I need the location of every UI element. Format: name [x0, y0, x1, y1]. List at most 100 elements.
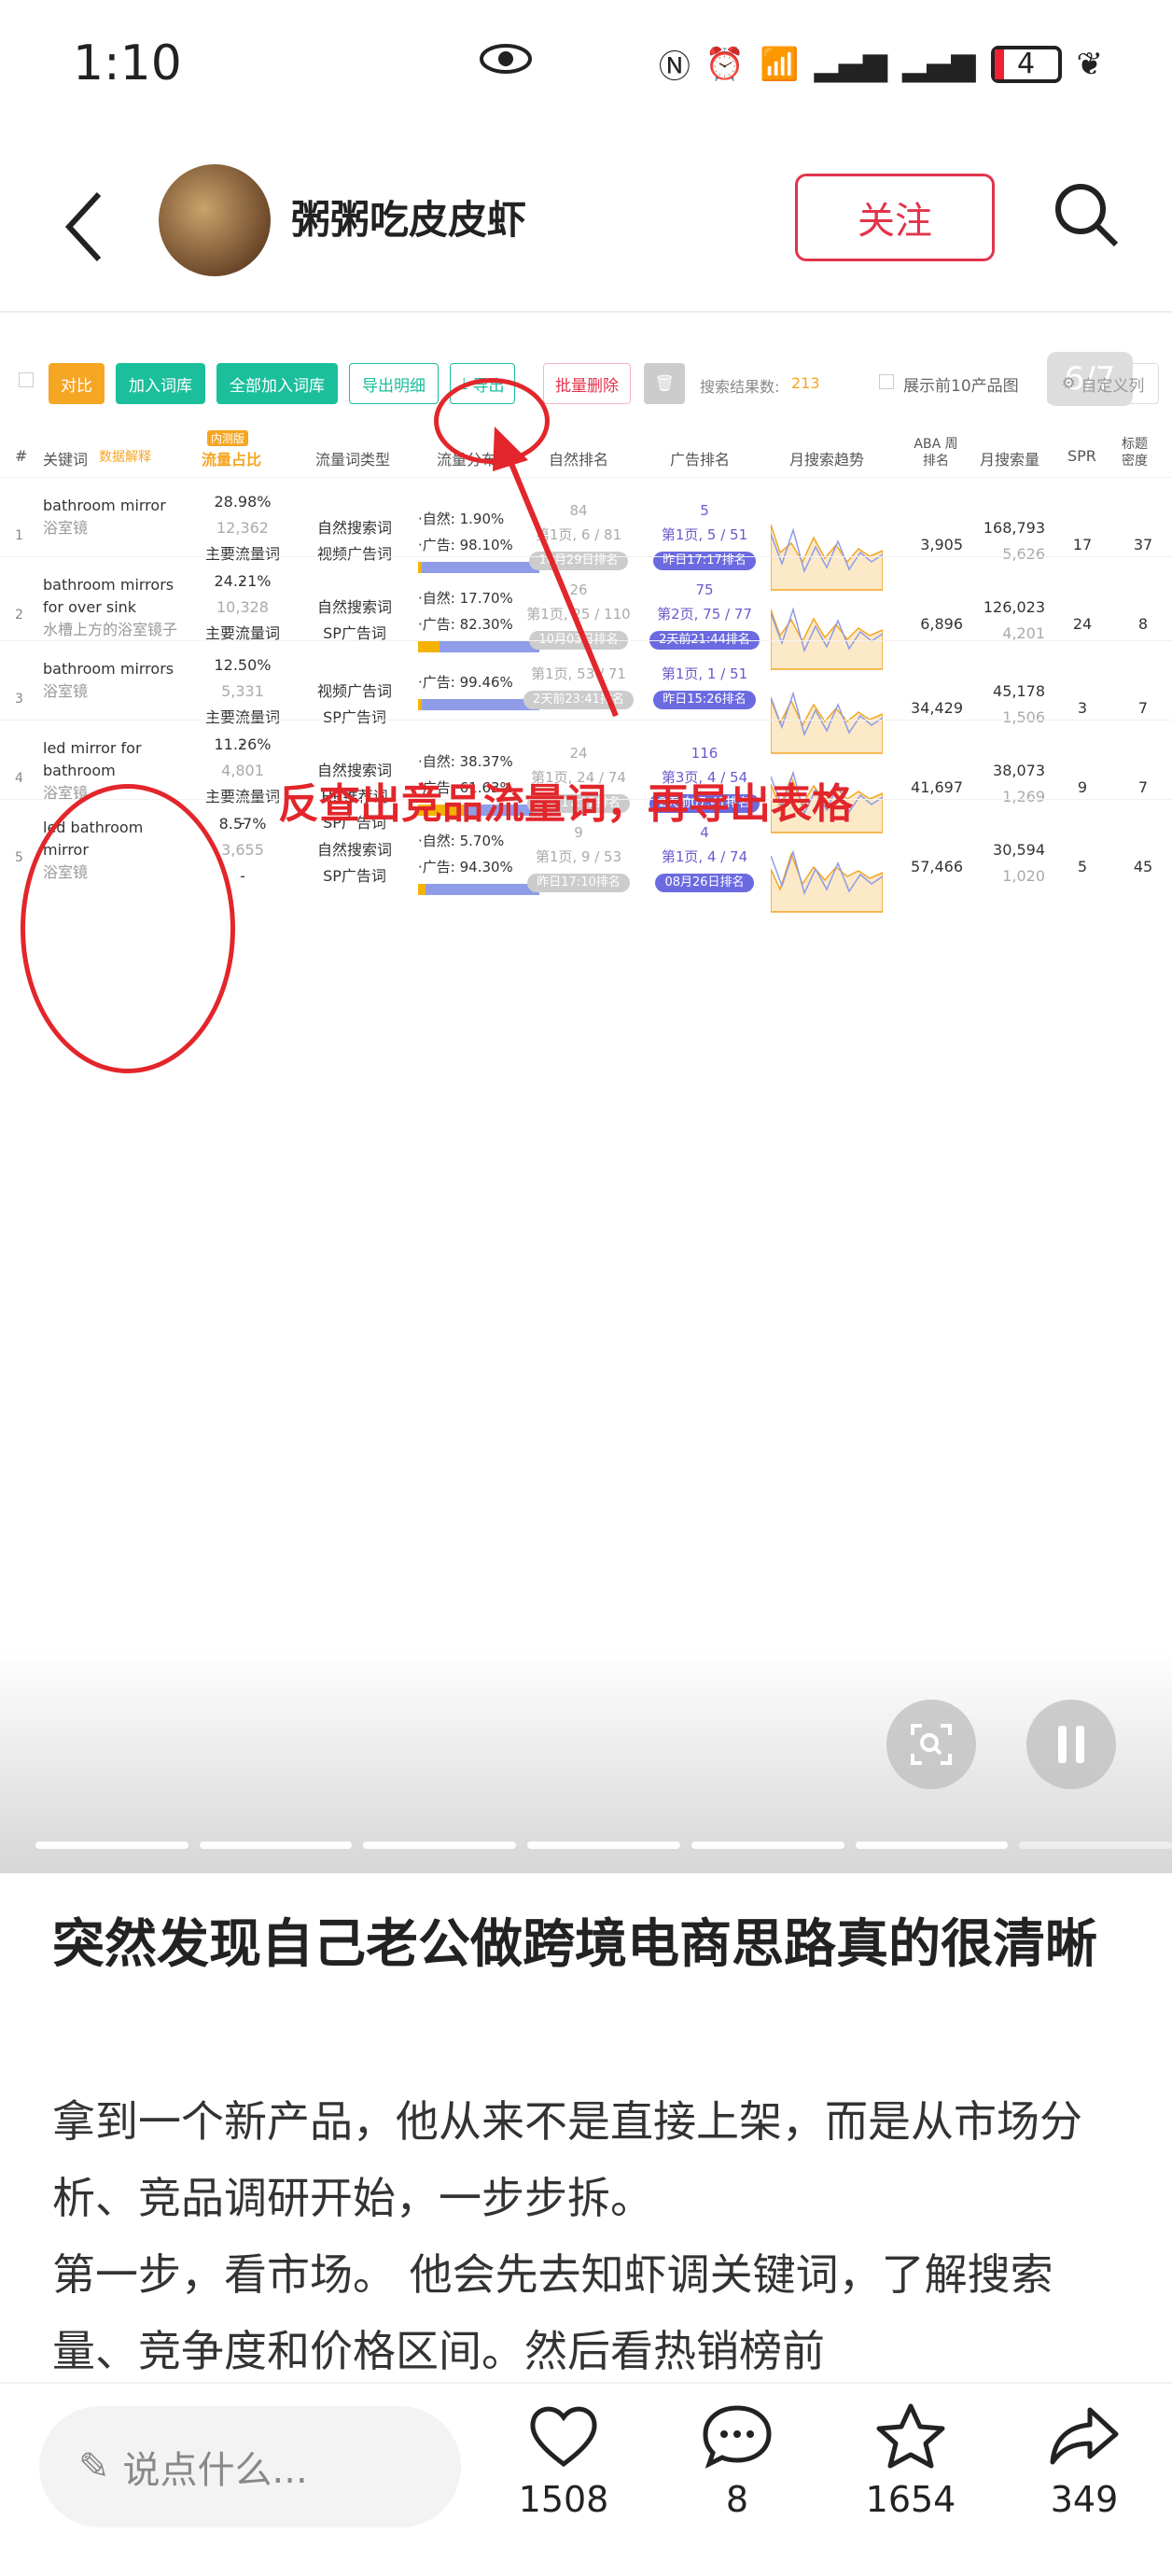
- col-ad[interactable]: 广告排名: [670, 447, 730, 469]
- natural-rank-time: 昨日17:10排名: [527, 874, 630, 892]
- spr-value: 3: [1077, 699, 1088, 717]
- share-volume: 10,328: [216, 598, 269, 616]
- batch-delete-button[interactable]: 批量删除: [543, 363, 631, 404]
- natural-label: ·自然:: [418, 753, 455, 770]
- nfc-icon: Ⓝ: [658, 49, 691, 86]
- row-index: 2: [15, 608, 23, 623]
- pause-icon: [1058, 1726, 1084, 1763]
- share-volume: 5,331: [221, 682, 264, 700]
- ad-share: 94.30%: [459, 859, 513, 875]
- monthly-volume: 38,073: [993, 762, 1045, 779]
- ad-label: ·广告:: [418, 859, 455, 875]
- keyword-translation: 水槽上方的浴室镜子: [43, 621, 178, 638]
- keyword-translation: 浴室镜: [43, 682, 89, 700]
- density-value: 7: [1137, 778, 1149, 796]
- keyword-text[interactable]: bathroom mirrors for over sink: [43, 574, 192, 619]
- col-density[interactable]: 标题 密度: [1122, 436, 1159, 469]
- alarm-icon: ⏰: [705, 45, 746, 83]
- traffic-type-cell: 自然搜索词 SP广告词: [308, 595, 401, 647]
- col-idx: #: [15, 447, 28, 465]
- monthly-cell: 126,023 4,201: [970, 595, 1045, 647]
- keyword-text[interactable]: bathroom mirrors: [43, 658, 192, 680]
- battery-level: 4: [1016, 48, 1036, 80]
- image-scan-button[interactable]: [886, 1700, 976, 1789]
- ad-label: ·广告:: [418, 616, 455, 633]
- show-top-checkbox[interactable]: [879, 374, 894, 389]
- keyword-text[interactable]: led mirror for bathroom: [43, 737, 192, 782]
- ad-page: 第1页, 1 / 51: [661, 665, 748, 682]
- favorite-count: 1654: [865, 2479, 956, 2520]
- natural-label: ·自然:: [418, 590, 455, 607]
- body-paragraph: 拿到一个新产品，他从来不是直接上架，而是从市场分析、竞品调研开始，一步步拆。: [52, 2096, 1082, 2223]
- monthly-cell: 30,594 1,020: [970, 837, 1045, 889]
- ad-rank-cell: 4 第1页, 4 / 74 08月26日排名: [644, 820, 765, 893]
- like-count: 1508: [518, 2479, 609, 2520]
- add-all-button[interactable]: 全部加入词库: [216, 363, 338, 404]
- export-detail-button[interactable]: 导出明细: [349, 363, 439, 404]
- density-value: 37: [1133, 536, 1153, 553]
- result-count: 213: [791, 374, 820, 392]
- comment-input[interactable]: ✎ 说点什么...: [39, 2406, 461, 2527]
- like-button[interactable]: 1508: [498, 2402, 629, 2520]
- ad-rank-cell: 第1页, 1 / 51 昨日15:26排名: [644, 662, 765, 710]
- trend-sparkline[interactable]: [771, 819, 883, 921]
- scan-icon: [911, 1724, 952, 1765]
- share-percent: 24.21%: [214, 572, 272, 590]
- col-keyword-hint[interactable]: 数据解释: [99, 447, 151, 466]
- col-monthly[interactable]: 月搜索量: [980, 447, 1039, 469]
- status-time: 1:10: [73, 35, 182, 91]
- share-button[interactable]: 349: [1019, 2402, 1150, 2520]
- comment-button[interactable]: 8: [672, 2402, 802, 2520]
- col-spr[interactable]: SPR: [1067, 447, 1096, 465]
- keyword-text[interactable]: bathroom mirror: [43, 495, 192, 517]
- spr-value: 24: [1072, 615, 1093, 633]
- progress-segment: [199, 1841, 353, 1849]
- custom-columns-button[interactable]: ⚙ 自定义列: [1047, 363, 1159, 404]
- traffic-type: SP广告词: [323, 867, 386, 885]
- natural-rank: 24: [569, 745, 588, 762]
- density-value: 7: [1137, 699, 1149, 717]
- select-all-checkbox[interactable]: [19, 372, 34, 387]
- signal-icon: ▂▄▆: [814, 45, 888, 83]
- col-aba[interactable]: ABA 周排名: [913, 436, 959, 469]
- natural-label: ·自然:: [418, 511, 455, 527]
- traffic-type: 自然搜索词: [316, 841, 392, 859]
- post-body: 拿到一个新产品，他从来不是直接上架，而是从市场分析、竞品调研开始，一步步拆。 第…: [52, 2083, 1125, 2389]
- density-value: 45: [1133, 858, 1153, 875]
- natural-page: 第1页, 9 / 53: [535, 848, 622, 865]
- natural-share: 5.70%: [459, 833, 505, 849]
- avatar[interactable]: [159, 164, 271, 276]
- monthly-volume: 126,023: [983, 598, 1045, 616]
- keyword-cell[interactable]: bathroom mirrors for over sink 水槽上方的浴室镜子: [43, 574, 192, 641]
- col-keyword[interactable]: 关键词: [43, 447, 88, 469]
- back-icon[interactable]: [58, 185, 114, 269]
- image-fade: [0, 1649, 1172, 1873]
- share-percent: 11.26%: [214, 735, 272, 753]
- progress-segment: [1019, 1841, 1172, 1849]
- keyword-cell[interactable]: bathroom mirror 浴室镜: [43, 495, 192, 539]
- status-bar: 1:10 Ⓝ ⏰ 📶 ▂▄▆ ▂▄▆ 4 ❦: [0, 0, 1172, 140]
- compare-button[interactable]: 对比: [49, 363, 105, 404]
- trash-icon[interactable]: 🗑: [644, 363, 685, 404]
- pause-button[interactable]: [1026, 1700, 1116, 1789]
- add-lib-button[interactable]: 加入词库: [116, 363, 205, 404]
- ad-page: 第1页, 5 / 51: [661, 526, 748, 543]
- post-title: 突然发现自己老公做跨境电商思路真的很清晰: [52, 1914, 1097, 1975]
- distribution-cell: ·自然: 5.70% ·广告: 94.30%: [418, 828, 539, 895]
- post-image[interactable]: 6/7 对比 加入词库 全部加入词库 导出明细 ⤓ 导出 批量删除 🗑 搜索结果…: [0, 315, 1172, 1873]
- arrow-icon: [493, 427, 619, 718]
- natural-rank-cell: 9 第1页, 9 / 53 昨日17:10排名: [523, 820, 635, 893]
- comment-icon: [703, 2405, 772, 2469]
- distribution-bar: [418, 884, 539, 895]
- traffic-type: 视频广告词: [316, 682, 392, 700]
- ad-rank-time: 昨日15:26排名: [653, 691, 756, 709]
- keyword-cell[interactable]: bathroom mirrors 浴室镜: [43, 658, 192, 703]
- favorite-button[interactable]: 1654: [845, 2402, 976, 2520]
- ad-rank: 116: [691, 745, 719, 762]
- search-icon[interactable]: [1049, 177, 1123, 252]
- username[interactable]: 粥粥吃皮皮虾: [291, 189, 526, 245]
- col-share[interactable]: 流量占比: [202, 447, 261, 469]
- follow-button[interactable]: 关注: [795, 174, 995, 261]
- annotation-text: 反查出竞品流量词，再导出表格: [278, 780, 853, 828]
- comment-count: 8: [725, 2479, 749, 2520]
